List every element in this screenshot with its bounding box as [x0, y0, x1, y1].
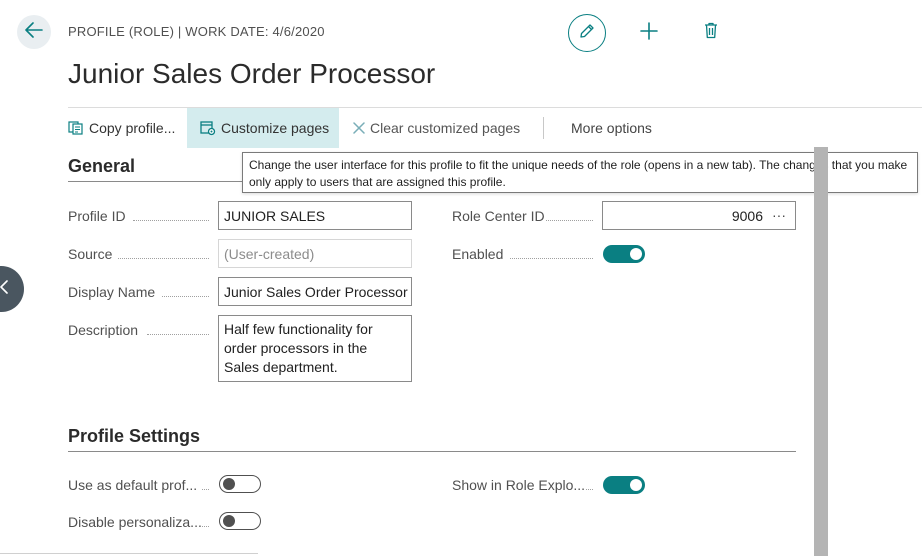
- toggle-knob: [630, 479, 642, 491]
- source-label: Source: [68, 246, 113, 262]
- vertical-scrollbar[interactable]: [814, 147, 828, 556]
- display-name-field[interactable]: Junior Sales Order Processor: [218, 277, 412, 306]
- description-field[interactable]: Half few functionality for order process…: [218, 315, 412, 382]
- default-profile-toggle[interactable]: [219, 475, 261, 493]
- copy-profile-button[interactable]: Copy profile...: [68, 108, 175, 148]
- profile-id-label: Profile ID: [68, 208, 126, 224]
- action-ribbon: Copy profile... Customize pages Clear cu…: [68, 107, 922, 148]
- disable-personalization-dots: [202, 526, 209, 527]
- description-label: Description: [68, 322, 139, 338]
- enabled-dots: [510, 258, 593, 259]
- clear-customized-pages-button[interactable]: Clear customized pages: [353, 108, 520, 148]
- default-profile-label: Use as default prof...: [68, 477, 198, 493]
- customize-pages-button[interactable]: Customize pages: [187, 108, 339, 148]
- delete-button[interactable]: [692, 14, 730, 52]
- show-in-role-explorer-toggle[interactable]: [603, 476, 645, 494]
- toggle-knob: [630, 248, 642, 260]
- arrow-left-icon: [25, 21, 43, 43]
- close-icon: [353, 122, 365, 134]
- display-name-label: Display Name: [68, 284, 156, 300]
- customize-pages-label: Customize pages: [221, 120, 330, 136]
- profile-settings-section-title[interactable]: Profile Settings: [68, 426, 200, 447]
- source-dots: [118, 258, 209, 259]
- profile-id-field[interactable]: JUNIOR SALES: [218, 201, 412, 230]
- bottom-divider: [0, 553, 258, 554]
- customize-icon: [200, 120, 216, 136]
- general-section-line: [68, 181, 242, 182]
- show-in-role-explorer-dots: [586, 489, 593, 490]
- role-center-id-field[interactable]: 9006: [602, 201, 796, 230]
- disable-personalization-toggle[interactable]: [219, 512, 261, 530]
- default-profile-dots: [202, 489, 209, 490]
- copy-icon: [68, 121, 84, 135]
- role-center-id-value: 9006: [731, 207, 763, 224]
- page-title: Junior Sales Order Processor: [68, 58, 436, 89]
- general-section-title[interactable]: General: [68, 156, 135, 177]
- edit-button[interactable]: [568, 14, 606, 52]
- role-center-dots: [546, 220, 593, 221]
- breadcrumb: PROFILE (ROLE) | WORK DATE: 4/6/2020: [68, 24, 325, 39]
- back-button[interactable]: [17, 15, 51, 49]
- role-center-lookup-button[interactable]: ···: [772, 207, 786, 223]
- clear-customized-label: Clear customized pages: [370, 120, 521, 136]
- profile-settings-section-line: [68, 451, 796, 452]
- source-field: (User-created): [218, 239, 412, 268]
- enabled-label: Enabled: [452, 246, 504, 262]
- more-options-button[interactable]: More options: [571, 108, 652, 148]
- description-dots: [147, 334, 209, 335]
- disable-personalization-label: Disable personaliza...: [68, 514, 202, 530]
- ribbon-divider: [543, 117, 544, 139]
- chevron-left-icon: [0, 279, 8, 299]
- plus-icon: [640, 21, 658, 45]
- show-in-role-explorer-label: Show in Role Explo...: [452, 477, 586, 493]
- toggle-knob: [223, 478, 235, 490]
- role-center-id-label: Role Center ID: [452, 208, 545, 224]
- display-name-dots: [162, 296, 209, 297]
- enabled-toggle[interactable]: [603, 245, 645, 263]
- toggle-knob: [223, 515, 235, 527]
- pencil-icon: [579, 23, 595, 44]
- new-button[interactable]: [630, 14, 668, 52]
- more-options-label: More options: [571, 120, 652, 136]
- collapse-panel-button[interactable]: [0, 266, 24, 312]
- profile-id-dots: [133, 220, 209, 221]
- trash-icon: [704, 22, 718, 44]
- copy-profile-label: Copy profile...: [89, 120, 176, 136]
